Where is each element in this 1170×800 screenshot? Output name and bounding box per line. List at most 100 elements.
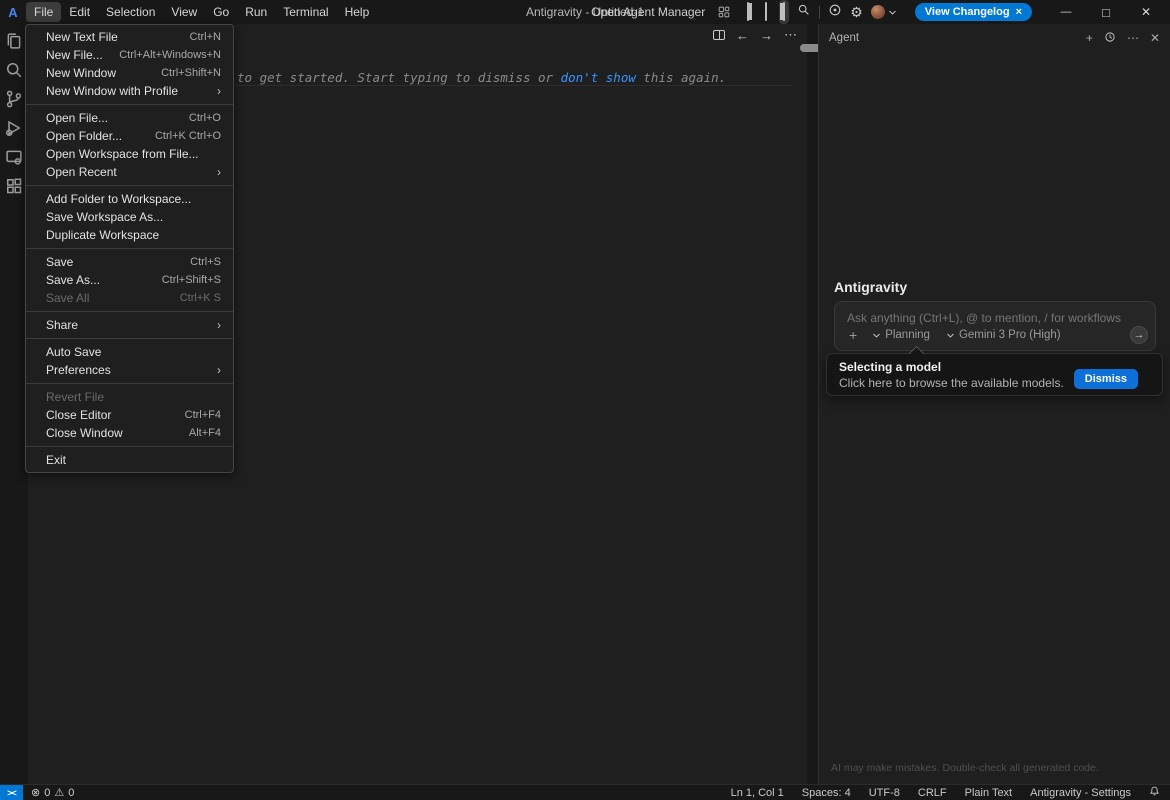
menu-item-save-as[interactable]: Save As...Ctrl+Shift+S [26,271,233,289]
menu-item-label: New File... [46,48,103,62]
menubar: File Edit Selection View Go Run Terminal… [26,0,377,24]
menu-item-exit[interactable]: Exit [26,451,233,469]
extensions-icon[interactable] [3,175,25,197]
language-mode[interactable]: Plain Text [965,787,1013,799]
titlebar: A File Edit Selection View Go Run Termin… [0,0,1170,24]
source-control-icon[interactable] [3,88,25,110]
menubar-edit[interactable]: Edit [61,2,98,22]
menu-item-shortcut: Ctrl+K S [180,292,221,304]
menu-item-label: Open Recent [46,165,117,179]
notifications-bell-icon[interactable] [1149,785,1160,800]
minimize-button[interactable]: — [1050,0,1082,24]
menu-item-label: New Window with Profile [46,84,178,98]
attach-plus-icon[interactable]: + [845,327,861,343]
toggle-primary-sidebar-icon[interactable] [743,0,753,24]
search-sidebar-icon[interactable] [3,59,25,81]
menu-item-save[interactable]: SaveCtrl+S [26,253,233,271]
menu-item-label: Save Workspace As... [46,210,163,224]
menu-item-new-text-file[interactable]: New Text FileCtrl+N [26,28,233,46]
menubar-terminal[interactable]: Terminal [275,2,336,22]
search-icon[interactable] [797,3,811,22]
cursor-position[interactable]: Ln 1, Col 1 [731,787,784,799]
settings-gear-icon[interactable]: ⚙ [850,5,863,19]
account-menu[interactable] [871,5,897,19]
menu-item-new-window[interactable]: New WindowCtrl+Shift+N [26,64,233,82]
titlebar-divider [819,6,820,19]
agent-manager-icon[interactable] [713,1,735,23]
menubar-view[interactable]: View [163,2,205,22]
globe-icon[interactable] [828,3,842,22]
activity-bar [0,24,28,784]
planning-label: Planning [885,329,930,341]
dismiss-button[interactable]: Dismiss [1074,369,1138,389]
menu-item-new-window-with-profile[interactable]: New Window with Profile › [26,82,233,100]
menu-item-auto-save[interactable]: Auto Save [26,343,233,361]
menubar-help[interactable]: Help [337,2,378,22]
view-changelog-button[interactable]: View Changelog × [915,3,1032,21]
menu-item-open-recent[interactable]: Open Recent › [26,163,233,181]
navigate-forward-icon[interactable]: → [760,28,773,43]
indentation[interactable]: Spaces: 4 [802,787,851,799]
menu-item-open-file[interactable]: Open File...Ctrl+O [26,109,233,127]
menu-item-duplicate-workspace[interactable]: Duplicate Workspace [26,226,233,244]
planning-dropdown[interactable]: Planning [867,329,935,341]
menu-item-preferences[interactable]: Preferences› [26,361,233,379]
chevron-down-icon [888,8,897,17]
menu-item-share[interactable]: Share› [26,316,233,334]
hint-text-post: this again. [636,70,726,85]
more-actions-icon[interactable]: ⋯ [784,27,797,43]
ai-disclaimer: AI may make mistakes. Double-check all g… [831,762,1099,774]
menubar-file[interactable]: File [26,2,61,22]
menu-item-new-file[interactable]: New File...Ctrl+Alt+Windows+N [26,46,233,64]
menubar-selection[interactable]: Selection [98,2,163,22]
menu-separator [26,311,233,312]
encoding[interactable]: UTF-8 [869,787,900,799]
new-chat-icon[interactable]: + [1086,31,1093,45]
settings-status[interactable]: Antigravity - Settings [1030,787,1131,799]
menu-item-save-workspace-as[interactable]: Save Workspace As... [26,208,233,226]
remote-indicator[interactable]: >< [0,785,23,800]
menu-item-revert-file: Revert File [26,388,233,406]
menu-item-close-editor[interactable]: Close EditorCtrl+F4 [26,406,233,424]
menu-item-label: Share [46,318,78,332]
submenu-arrow-icon: › [217,84,221,98]
agent-input-box[interactable]: Ask anything (Ctrl+L), @ to mention, / f… [834,301,1156,351]
navigate-back-icon[interactable]: ← [736,28,749,43]
menu-item-label: Close Window [46,426,123,440]
history-icon[interactable] [1104,31,1116,46]
antigravity-heading: Antigravity [834,279,907,295]
close-window-button[interactable]: ✕ [1130,0,1162,24]
submenu-arrow-icon: › [217,165,221,179]
menu-item-add-folder-to-workspace[interactable]: Add Folder to Workspace... [26,190,233,208]
send-button[interactable]: → [1130,326,1148,344]
popup-title: Selecting a model [839,360,941,374]
menu-separator [26,446,233,447]
dont-show-link[interactable]: don't show [561,70,636,85]
eol-sequence[interactable]: CRLF [918,787,947,799]
explorer-icon[interactable] [3,30,25,52]
model-dropdown[interactable]: Gemini 3 Pro (High) [941,329,1066,341]
close-panel-icon[interactable]: ✕ [1150,31,1160,45]
menubar-run[interactable]: Run [237,2,275,22]
popup-body[interactable]: Click here to browse the available model… [839,376,1064,390]
problems-status[interactable]: ⊗ 0 ⚠ 0 [23,786,74,799]
toggle-secondary-sidebar-icon[interactable] [779,0,789,24]
menu-separator [26,248,233,249]
toggle-panel-icon[interactable] [761,0,771,24]
remote-explorer-icon[interactable] [3,146,25,168]
menu-item-label: Open Folder... [46,129,122,143]
antigravity-logo-icon: A [0,5,26,20]
split-editor-icon[interactable] [713,30,725,40]
menubar-go[interactable]: Go [205,2,237,22]
run-debug-icon[interactable] [3,117,25,139]
menu-item-open-folder[interactable]: Open Folder...Ctrl+K Ctrl+O [26,127,233,145]
menu-item-shortcut: Ctrl+N [190,31,221,43]
maximize-button[interactable]: □ [1090,0,1122,24]
menu-item-open-workspace-from-file[interactable]: Open Workspace from File... [26,145,233,163]
open-agent-manager-button[interactable]: Open Agent Manager [591,5,705,19]
more-icon[interactable]: ⋯ [1127,31,1139,45]
chevron-down-icon [872,331,881,340]
menu-item-close-window[interactable]: Close WindowAlt+F4 [26,424,233,442]
error-count: 0 [44,787,50,799]
changelog-close-icon[interactable]: × [1016,6,1022,18]
